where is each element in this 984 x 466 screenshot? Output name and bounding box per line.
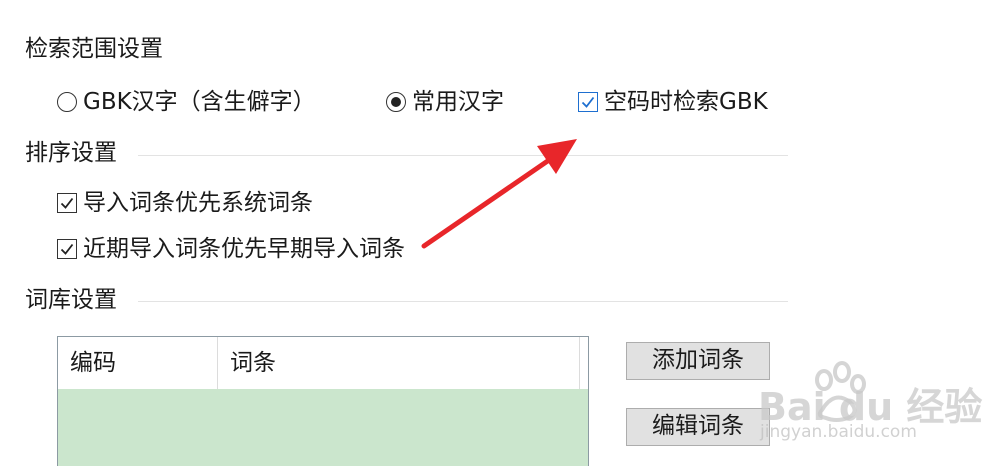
lexicon-title: 词库设置 (25, 287, 117, 313)
lexicon-divider (138, 301, 788, 302)
checkmark-icon (581, 96, 595, 108)
checkbox-import-priority-system[interactable]: 导入词条优先系统词条 (57, 188, 313, 218)
radio-gbk-hanzi-circle[interactable] (57, 92, 77, 112)
checkbox-empty-code-search-gbk[interactable]: 空码时检索GBK (578, 87, 768, 117)
search-range-title: 检索范围设置 (25, 36, 163, 62)
radio-common-hanzi[interactable]: 常用汉字 (386, 87, 504, 117)
checkbox-import-priority-system-box[interactable] (57, 193, 77, 213)
checkbox-recent-import-priority-label: 近期导入词条优先早期导入词条 (83, 236, 405, 262)
radio-common-hanzi-circle[interactable] (386, 92, 406, 112)
watermark-brand: Bai du 经验 (758, 385, 983, 429)
edit-entry-button[interactable]: 编辑词条 (626, 408, 770, 446)
baidu-watermark: Bai du 经验 jingyan.baidu.com (752, 356, 982, 446)
checkbox-import-priority-system-label: 导入词条优先系统词条 (83, 190, 313, 216)
checkbox-recent-import-priority-box[interactable] (57, 239, 77, 259)
checkmark-icon (60, 197, 74, 209)
lexicon-list-header: 编码 词条 (58, 337, 588, 389)
checkbox-recent-import-priority[interactable]: 近期导入词条优先早期导入词条 (57, 234, 405, 264)
radio-gbk-hanzi-label: GBK汉字（含生僻字） (83, 89, 316, 115)
radio-common-hanzi-label: 常用汉字 (412, 89, 504, 115)
checkbox-empty-code-search-gbk-label: 空码时检索GBK (604, 89, 768, 115)
column-header-code[interactable]: 编码 (58, 337, 218, 389)
sort-title: 排序设置 (25, 140, 117, 166)
radio-gbk-hanzi[interactable]: GBK汉字（含生僻字） (57, 87, 316, 117)
settings-panel: 检索范围设置 GBK汉字（含生僻字） 常用汉字 空码时检索GBK 排序设置 导入… (0, 0, 984, 466)
checkmark-icon (60, 243, 74, 255)
checkbox-empty-code-search-gbk-box[interactable] (578, 92, 598, 112)
paw-logo-icon (815, 361, 866, 422)
column-header-word[interactable]: 词条 (218, 337, 580, 389)
watermark-url: jingyan.baidu.com (760, 422, 917, 442)
lexicon-list[interactable]: 编码 词条 (57, 336, 589, 466)
add-entry-button[interactable]: 添加词条 (626, 342, 770, 380)
selected-list-row[interactable] (58, 389, 588, 466)
sort-divider (138, 155, 788, 156)
